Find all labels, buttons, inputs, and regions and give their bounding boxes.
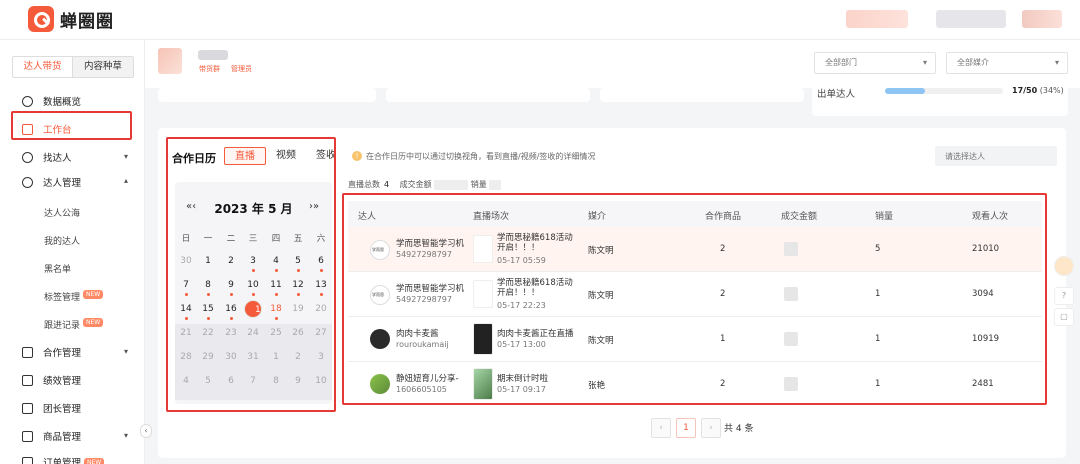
sidebar-subitem-mine[interactable]: 我的达人 <box>44 234 80 247</box>
live-total-value: 4 <box>384 180 390 189</box>
sidebar-item-cooperation[interactable]: 合作管理 <box>22 342 81 362</box>
mode-tab-goods[interactable]: 达人带货 <box>13 57 73 77</box>
new-badge: NEW <box>84 457 105 464</box>
app-logo[interactable]: 蝉圈圈 <box>28 6 114 32</box>
sidebar-item-products[interactable]: 商品管理 <box>22 426 81 446</box>
next-page-button[interactable]: › <box>701 418 721 438</box>
page-1-button[interactable]: 1 <box>676 418 696 438</box>
highlight-box-workbench <box>11 111 132 140</box>
sidebar-item-label: 数据概览 <box>43 97 82 108</box>
sidebar-item-label: 达人管理 <box>43 178 82 189</box>
prev-page-button[interactable]: ‹ <box>651 418 671 438</box>
sidebar-subitem-pool[interactable]: 达人公海 <box>44 206 80 219</box>
sidebar-item-find-talent[interactable]: 找达人 <box>22 147 72 167</box>
role-tag-group: 带货群 <box>199 65 220 73</box>
assistant-avatar-button[interactable] <box>1054 256 1074 276</box>
agent-select-value: 全部媒介 <box>957 58 989 67</box>
sidebar-item-performance[interactable]: 绩效管理 <box>22 370 81 390</box>
chart-icon <box>22 374 33 386</box>
progress-count: 17/50 <box>1012 86 1038 95</box>
user-circle-icon <box>22 151 33 163</box>
box-icon <box>22 430 33 442</box>
sidebar-subitem-tags[interactable]: 标签管理 NEW <box>44 290 104 303</box>
progress-percent: (34%) <box>1039 86 1064 95</box>
role-tag-admin: 管理员 <box>231 65 252 73</box>
info-icon: ! <box>352 151 362 161</box>
user-avatar-blurred[interactable] <box>1022 10 1062 28</box>
stat-card <box>600 88 804 102</box>
sales-label: 销量 <box>470 180 487 189</box>
chevron-down-icon: ▾ <box>1054 58 1059 67</box>
new-badge: NEW <box>83 290 104 299</box>
chevron-down-icon: ▾ <box>922 58 927 67</box>
department-select[interactable]: 全部部门 ▾ <box>814 52 936 74</box>
app-title: 蝉圈圈 <box>60 11 114 32</box>
chevron-down-icon: ▾ <box>124 152 129 161</box>
chevron-up-icon: ▴ <box>124 176 129 185</box>
agent-select[interactable]: 全部媒介 ▾ <box>946 52 1068 74</box>
sidebar-subitem-followup[interactable]: 跟进记录 NEW <box>44 318 104 331</box>
mode-tab-content[interactable]: 内容种草 <box>73 57 133 77</box>
progress-value: 17/50 (34%) <box>1012 86 1064 95</box>
sidebar-item-leader[interactable]: 团长管理 <box>22 398 81 418</box>
stat-card <box>386 88 590 102</box>
new-badge: NEW <box>83 318 104 327</box>
account-info-blurred[interactable] <box>846 10 908 28</box>
org-avatar-blurred <box>158 48 182 74</box>
highlight-box-calendar <box>166 137 336 412</box>
sidebar-item-label: 合作管理 <box>43 348 82 359</box>
sidebar-item-label: 订单管理 <box>43 458 82 464</box>
sidebar-item-label: 团长管理 <box>43 404 82 415</box>
logo-icon <box>28 6 54 32</box>
sidebar-item-talent-mgmt[interactable]: 达人管理 <box>22 172 81 192</box>
chevron-down-icon: ▾ <box>124 431 129 440</box>
chevron-down-icon: ▾ <box>124 347 129 356</box>
clipboard-icon <box>22 346 33 358</box>
progress-fill <box>885 88 926 94</box>
progress-label: 出单达人 <box>817 89 856 100</box>
sidebar-item-label: 找达人 <box>43 153 72 164</box>
live-total-label: 直播总数 <box>348 180 380 189</box>
sidebar-subitem-label: 跟进记录 <box>44 321 81 331</box>
sidebar-item-label: 商品管理 <box>43 432 82 443</box>
sidebar-subitem-label: 标签管理 <box>44 293 81 303</box>
pagination-total: 共 4 条 <box>724 424 754 434</box>
deal-amount-label: 成交金额 <box>399 180 432 189</box>
mode-switch: 达人带货 内容种草 <box>12 56 134 78</box>
deal-amount-blurred <box>434 179 469 190</box>
hint-text: 在合作日历中可以通过切换视角，看到直播/视频/签收的详细情况 <box>366 152 596 161</box>
sidebar-subitem-blacklist[interactable]: 黑名单 <box>44 262 71 275</box>
dashboard-icon <box>22 95 33 107</box>
feedback-icon[interactable]: ▢ <box>1054 308 1074 326</box>
team-icon <box>22 402 33 414</box>
sidebar-item-label: 绩效管理 <box>43 376 82 387</box>
sidebar-collapse-button[interactable]: ‹ <box>140 424 152 438</box>
sales-blurred <box>489 179 502 190</box>
sidebar-item-orders[interactable]: 订单管理 NEW <box>22 452 105 464</box>
progress-bar <box>885 88 1003 94</box>
top-bar: 蝉圈圈 <box>0 0 1080 40</box>
department-select-value: 全部部门 <box>825 58 857 67</box>
live-stats: 直播总数 4 成交金额 销量 <box>348 179 502 190</box>
sidebar-item-overview[interactable]: 数据概览 <box>22 91 81 111</box>
help-icon[interactable]: ? <box>1054 287 1074 305</box>
user-name-blurred[interactable] <box>936 10 1006 28</box>
order-icon <box>22 456 33 464</box>
users-icon <box>22 176 33 188</box>
highlight-box-table <box>342 193 1047 405</box>
stat-card <box>158 88 376 102</box>
org-name-blurred <box>198 50 228 60</box>
talent-search-input[interactable] <box>935 146 1057 166</box>
